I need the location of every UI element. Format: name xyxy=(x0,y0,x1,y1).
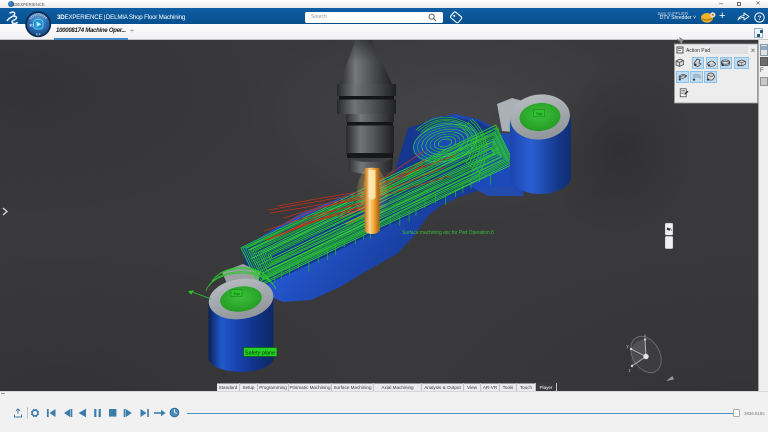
svg-text:Surface machining asc for Part: Surface machining asc for Part Operation… xyxy=(402,230,494,236)
svg-text:?: ? xyxy=(758,15,762,22)
svg-text:6.4: 6.4 xyxy=(36,33,41,37)
svg-text:✕: ✕ xyxy=(751,49,756,55)
svg-text:Top: Top xyxy=(233,291,240,296)
svg-text:3D: 3D xyxy=(29,23,34,27)
svg-text:z: z xyxy=(628,368,630,373)
svg-text:Top: Top xyxy=(536,111,543,116)
svg-text:Safety plane: Safety plane xyxy=(245,350,275,356)
svg-text:Action Pad: Action Pad xyxy=(686,48,710,54)
